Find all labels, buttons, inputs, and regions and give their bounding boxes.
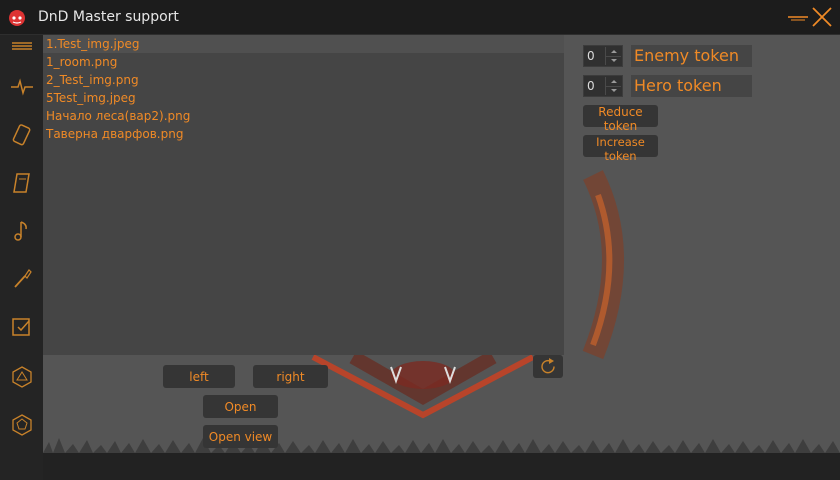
- spin-down-icon[interactable]: [606, 86, 621, 95]
- enemy-token-spinbox[interactable]: 0: [583, 45, 623, 67]
- list-item[interactable]: Начало леса(вар2).png: [43, 107, 564, 125]
- list-item[interactable]: 1.Test_img.jpeg: [43, 35, 564, 53]
- list-icon[interactable]: [10, 35, 34, 59]
- dragon-logo-icon: [9, 10, 25, 26]
- hero-token-stepper: [605, 77, 621, 95]
- increase-token-button[interactable]: Increase token: [583, 135, 658, 163]
- refresh-button[interactable]: [533, 355, 563, 378]
- status-bar: [43, 453, 840, 480]
- spin-down-icon[interactable]: [606, 56, 621, 65]
- open-button[interactable]: Open: [203, 395, 278, 418]
- d20-icon[interactable]: [10, 365, 34, 389]
- right-button[interactable]: right: [253, 365, 328, 388]
- grass-decoration: [43, 438, 840, 453]
- enemy-token-value: 0: [587, 49, 595, 63]
- hero-token-value: 0: [587, 79, 595, 93]
- list-item[interactable]: 2_Test_img.png: [43, 71, 564, 89]
- brush-icon[interactable]: [10, 267, 34, 291]
- enemy-token-label: Enemy token: [631, 45, 752, 67]
- refresh-icon: [541, 358, 555, 374]
- reduce-token-button[interactable]: Reduce token: [583, 105, 658, 133]
- close-icon[interactable]: [811, 6, 833, 28]
- enemy-token-stepper: [605, 47, 621, 65]
- pulse-icon[interactable]: [10, 75, 34, 99]
- card-icon[interactable]: [10, 123, 34, 147]
- hero-token-spinbox[interactable]: 0: [583, 75, 623, 97]
- list-item[interactable]: Таверна дварфов.png: [43, 125, 564, 143]
- list-item[interactable]: 1_room.png: [43, 53, 564, 71]
- left-button[interactable]: left: [163, 365, 235, 388]
- d12-icon[interactable]: [10, 413, 34, 437]
- music-icon[interactable]: [10, 219, 34, 243]
- title-bar: DnD Master support: [0, 0, 840, 35]
- minimize-icon[interactable]: [787, 6, 809, 28]
- image-file-list[interactable]: 1.Test_img.jpeg 1_room.png 2_Test_img.pn…: [43, 35, 564, 355]
- open-view-button[interactable]: Open view: [203, 425, 278, 448]
- checklist-icon[interactable]: [10, 315, 34, 339]
- window-title: DnD Master support: [38, 9, 179, 25]
- sidebar: [0, 35, 43, 480]
- hero-token-label: Hero token: [631, 75, 752, 97]
- scroll-icon[interactable]: [10, 171, 34, 195]
- list-item[interactable]: 5Test_img.jpeg: [43, 89, 564, 107]
